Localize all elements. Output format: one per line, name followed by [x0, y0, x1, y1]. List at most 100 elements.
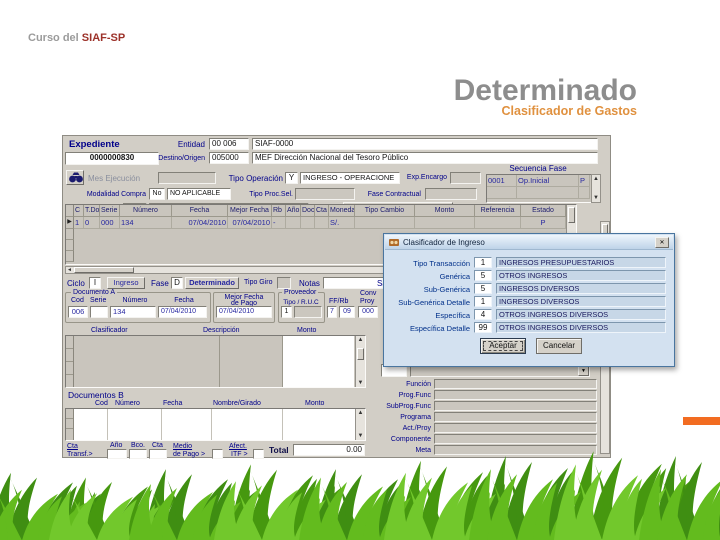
- monto-header: Monto: [297, 327, 317, 334]
- especifica-code[interactable]: 4: [474, 309, 492, 320]
- tipo-giro-field: [277, 277, 291, 289]
- col-header: C: [74, 205, 84, 217]
- row-marker-icon: ▶: [66, 217, 74, 229]
- ff-2[interactable]: 09: [339, 306, 355, 318]
- descripcion-header: Descripción: [203, 327, 240, 334]
- proveedor-tipo[interactable]: 1: [281, 306, 292, 318]
- cancelar-button[interactable]: Cancelar: [536, 338, 582, 354]
- cell: 000: [100, 217, 120, 229]
- secuencia-name: Op.Inicial: [517, 175, 579, 187]
- secuencia-flag: P: [579, 175, 590, 187]
- secuencia-fase-grid: 0001 Op.Inicial P: [486, 174, 601, 203]
- sub-generica-detalle-label: Sub-Genérica Detalle: [398, 298, 470, 307]
- page-subtitle: Clasificador de Gastos: [501, 104, 637, 118]
- sub-generica-code[interactable]: 5: [474, 283, 492, 294]
- doc-a-numero[interactable]: 134: [110, 306, 156, 318]
- doc-a-cod[interactable]: 006: [68, 306, 88, 318]
- clasificador-ingreso-dialog: Clasificador de Ingreso ✕ Tipo Transacci…: [383, 233, 675, 367]
- scroll-up-icon[interactable]: ▲: [356, 336, 365, 344]
- tipo-transaccion-label: Tipo Transacción: [413, 259, 470, 268]
- cell: S/.: [329, 217, 355, 229]
- cell: 07/04/2010: [228, 217, 272, 229]
- fecha-label: Fecha: [174, 297, 194, 304]
- ciclo-code[interactable]: I: [89, 277, 101, 289]
- doc-a-fecha[interactable]: 07/04/2010: [158, 306, 207, 318]
- especifica-label: Específica: [435, 311, 470, 320]
- col-header: Estado: [521, 205, 566, 217]
- dialog-close-button[interactable]: ✕: [655, 237, 669, 248]
- mejor-fecha-value[interactable]: 07/04/2010: [216, 306, 272, 318]
- secuencia-fase-title: Secuencia Fase: [509, 164, 567, 173]
- entidad-label: Entidad: [177, 140, 205, 149]
- subprog-func-field: [434, 401, 597, 411]
- funcion-field: [434, 379, 597, 389]
- cell: [415, 217, 475, 229]
- search-button[interactable]: [66, 170, 84, 185]
- conv-label: Conv: [360, 290, 377, 297]
- fase-code[interactable]: D: [171, 277, 183, 289]
- documentos-b-title: Documentos B: [68, 390, 124, 400]
- fase-contractual-field: [425, 188, 477, 200]
- documentos-b-grid[interactable]: ▲ ▼: [65, 408, 366, 441]
- col-header: Mejor Fecha: [228, 205, 272, 217]
- especifica-detalle-name: OTROS INGRESOS DIVERSOS: [496, 322, 666, 333]
- ff-1[interactable]: 7: [327, 306, 337, 318]
- fase-contractual-label: Fase Contractual: [367, 191, 421, 198]
- clasificador-scrollbar[interactable]: ▲ ▼: [355, 336, 365, 387]
- entidad-code[interactable]: 00 006: [209, 138, 249, 150]
- dialog-title: Clasificador de Ingreso: [403, 238, 485, 247]
- col-header: Rb: [272, 205, 286, 217]
- entidad-name[interactable]: SIAF-0000: [252, 138, 598, 150]
- scroll-down-icon[interactable]: ▼: [592, 194, 600, 202]
- fase-label: Fase: [151, 279, 169, 288]
- modalidad-code[interactable]: No: [149, 188, 165, 200]
- b-fecha-header: Fecha: [163, 400, 183, 407]
- scroll-left-icon[interactable]: ◄: [67, 267, 72, 273]
- secuencia-row[interactable]: 0001 Op.Inicial P: [487, 175, 600, 187]
- destino-name[interactable]: MEF Dirección Nacional del Tesoro Públic…: [252, 152, 598, 164]
- scroll-up-icon[interactable]: ▲: [592, 175, 600, 183]
- especifica-detalle-code[interactable]: 99: [474, 322, 492, 333]
- destino-code[interactable]: 005000: [209, 152, 249, 164]
- secuencia-scrollbar[interactable]: ▲ ▼: [591, 174, 601, 203]
- cell: 1: [74, 217, 84, 229]
- dialog-title-icon: [389, 239, 399, 246]
- programa-label: Programa: [400, 414, 431, 421]
- tipo-transaccion-name: INGRESOS PRESUPUESTARIOS: [496, 257, 666, 268]
- prog-func-label: Prog.Func: [398, 392, 431, 399]
- proveedor-title: Proveedor: [282, 289, 319, 297]
- course-prefix: Curso del: [28, 32, 79, 44]
- doc-a-serie[interactable]: [90, 306, 108, 318]
- documents-grid-row[interactable]: ▶ 1 0 000 134 07/04/2010 07/04/2010 - S/…: [66, 217, 576, 229]
- modalidad-name[interactable]: NO APLICABLE: [167, 188, 231, 200]
- b-numero-header: Número: [115, 400, 140, 407]
- exp-encargo-label: Exp.Encargo: [406, 174, 447, 181]
- generica-code[interactable]: 5: [474, 270, 492, 281]
- componente-label: Componente: [390, 436, 431, 443]
- cod-label: Cod: [71, 297, 84, 304]
- tipo-transaccion-code[interactable]: 1: [474, 257, 492, 268]
- secuencia-num: 0001: [487, 175, 517, 187]
- expediente-label: Expediente: [69, 139, 120, 150]
- fase-name: Determinado: [185, 277, 239, 289]
- proy-label: Proy: [360, 298, 375, 305]
- proy-value[interactable]: 000: [358, 306, 378, 318]
- tipo-operacion-code[interactable]: Y: [285, 172, 298, 184]
- sub-generica-detalle-code[interactable]: 1: [474, 296, 492, 307]
- aceptar-button[interactable]: Aceptar: [480, 338, 526, 354]
- b-cod-header: Cod: [95, 400, 108, 407]
- ciclo-label: Ciclo: [67, 279, 85, 288]
- col-header: Cta: [315, 205, 329, 217]
- mes-ejecucion-label: Mes Ejecución: [88, 174, 141, 183]
- tipo-giro-label: Tipo Giro: [244, 279, 273, 286]
- dialog-titlebar[interactable]: Clasificador de Ingreso ✕: [385, 235, 673, 250]
- sub-generica-detalle-name: INGRESOS DIVERSOS: [496, 296, 666, 307]
- clasificador-grid[interactable]: ▲ ▼: [65, 335, 366, 388]
- cell: P: [521, 217, 566, 229]
- tipo-operacion-name[interactable]: INGRESO - OPERACIONE: [300, 172, 400, 184]
- sub-generica-label: Sub-Genérica: [423, 285, 470, 294]
- col-header: Número: [120, 205, 172, 217]
- documento-a-title: Documento A: [71, 289, 118, 297]
- tipo-operacion-label: Tipo Operación: [228, 174, 283, 183]
- exp-encargo-field: [450, 172, 481, 184]
